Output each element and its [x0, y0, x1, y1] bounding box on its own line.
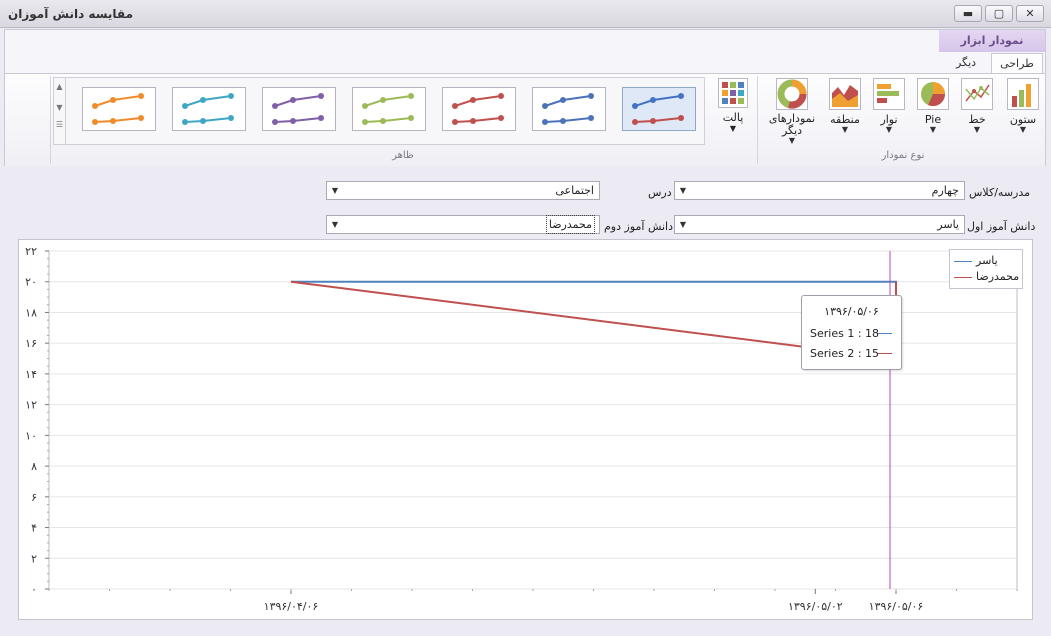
palette-icon: [718, 78, 748, 108]
tooltip-series1: Series 1 : 18: [810, 327, 880, 340]
chevron-down-icon[interactable]: ▼: [327, 182, 343, 199]
column-chart-button[interactable]: ستون ▼: [1001, 78, 1045, 134]
line-chart-icon: [961, 78, 993, 110]
school-label: مدرسه/کلاس: [969, 186, 1031, 199]
tooltip-series1-swatch: [878, 333, 892, 334]
palette-button[interactable]: پالت ▼: [711, 78, 755, 133]
other-charts-button[interactable]: نمودارهای دیگر ▼: [767, 78, 817, 145]
legend-label: محمدرضا: [976, 270, 1020, 283]
chevron-down-icon: ▼: [929, 125, 937, 134]
palette-label: پالت: [722, 111, 744, 124]
other-charts-label: نمودارهای دیگر: [768, 112, 816, 137]
course-value: اجتماعی: [555, 184, 594, 197]
bar-chart-icon: [873, 78, 905, 110]
y-tick-label: ۴: [31, 522, 37, 535]
y-tick-label: ۶: [31, 491, 37, 504]
close-button[interactable]: ✕: [1016, 5, 1044, 22]
y-tick-label: ۱۰: [25, 429, 37, 442]
gallery-more-icon[interactable]: ☰: [54, 120, 65, 129]
student2-label: دانش آموز دوم: [604, 220, 673, 233]
legend-label: یاسر: [976, 254, 998, 267]
window-title: مقایسه دانش آموزان: [8, 7, 133, 21]
chevron-down-icon[interactable]: ▼: [675, 216, 691, 233]
tooltip-header: ۱۳۹۶/۰۵/۰۶: [824, 305, 879, 318]
x-tick-label: ۱۳۹۶/۰۵/۰۲: [788, 600, 843, 613]
chart-style-gallery: ▲ ▼ ☰: [53, 77, 705, 145]
area-chart-icon: [829, 78, 861, 110]
y-tick-label: ۱۶: [25, 337, 37, 350]
chart-type-group-label: نوع نمودار: [881, 150, 925, 161]
gallery-up-icon[interactable]: ▲: [54, 82, 65, 91]
chevron-down-icon: ▼: [841, 125, 849, 134]
chevron-down-icon[interactable]: ▼: [327, 216, 343, 233]
y-tick-label: ۰: [31, 583, 37, 596]
y-tick-label: ۸: [31, 460, 37, 473]
tooltip-series2: Series 2 : 15: [810, 347, 880, 360]
y-tick-label: ۱۲: [25, 399, 37, 412]
legend-swatch: [954, 277, 972, 278]
chevron-down-icon: ▼: [885, 125, 893, 134]
student1-value: یاسر: [937, 218, 959, 231]
context-tab-header: نمودار ابزار: [939, 30, 1045, 52]
pie-chart-icon: [917, 78, 949, 110]
group-separator: [757, 76, 758, 164]
chart-style-thumb[interactable]: [82, 87, 156, 131]
y-tick-label: ۲: [31, 552, 37, 565]
y-tick-label: ۱۴: [25, 368, 37, 381]
minimize-button[interactable]: ▬: [954, 5, 982, 22]
course-label: درس: [648, 186, 672, 199]
chart-style-thumb[interactable]: [172, 87, 246, 131]
gallery-down-icon[interactable]: ▼: [54, 103, 65, 112]
line-chart-button[interactable]: خط ▼: [955, 78, 999, 134]
chart-style-thumb[interactable]: [532, 87, 606, 131]
chevron-down-icon: ▼: [973, 125, 981, 134]
tab-other[interactable]: دیگر: [943, 53, 989, 73]
pie-chart-button[interactable]: Pie ▼: [911, 78, 955, 134]
tab-design[interactable]: طراحی: [991, 53, 1043, 73]
bar-chart-button[interactable]: نوار ▼: [867, 78, 911, 134]
ribbon: نمودار ابزار طراحی دیگر ستون ▼ خط ▼ Pie …: [4, 29, 1046, 166]
y-tick-label: ۲۲: [25, 245, 37, 258]
doughnut-chart-icon: [776, 78, 808, 110]
chart-style-thumb[interactable]: [622, 87, 696, 131]
chevron-down-icon[interactable]: ▼: [675, 182, 691, 199]
school-value: چهارم: [931, 184, 959, 197]
y-tick-label: ۱۸: [25, 306, 37, 319]
school-combo[interactable]: ▼ چهارم: [674, 181, 965, 200]
chart-style-thumb[interactable]: [262, 87, 336, 131]
gallery-scrollbar[interactable]: ▲ ▼ ☰: [54, 78, 66, 144]
ribbon-body: ستون ▼ خط ▼ Pie ▼ نوار ▼ منطقه ▼ نموداره…: [5, 73, 1045, 166]
course-combo[interactable]: ▼ اجتماعی: [326, 181, 600, 200]
legend-swatch: [954, 261, 972, 262]
area-chart-button[interactable]: منطقه ▼: [823, 78, 867, 134]
student2-combo[interactable]: ▼ محمدرضا: [326, 215, 600, 234]
chevron-down-icon: ▼: [788, 136, 796, 145]
maximize-button[interactable]: ▢: [985, 5, 1013, 22]
x-tick-label: ۱۳۹۶/۰۴/۰۶: [264, 600, 319, 613]
chart-style-thumb[interactable]: [442, 87, 516, 131]
chevron-down-icon: ▼: [729, 124, 737, 133]
group-separator: [50, 76, 51, 164]
chart-legend: یاسر محمدرضا: [949, 249, 1023, 289]
tooltip-series2-swatch: [878, 353, 892, 354]
column-chart-icon: [1007, 78, 1039, 110]
student2-value: محمدرضا: [545, 215, 596, 234]
student1-combo[interactable]: ▼ یاسر: [674, 215, 965, 234]
appearance-group-label: ظاهر: [392, 150, 414, 161]
chart-tooltip: ۱۳۹۶/۰۵/۰۶ Series 1 : 18 Series 2 : 15: [801, 295, 902, 370]
chevron-down-icon: ▼: [1019, 125, 1027, 134]
chart-style-thumb[interactable]: [352, 87, 426, 131]
student1-label: دانش آموز اول: [967, 220, 1036, 233]
title-bar: مقایسه دانش آموزان ▬ ▢ ✕: [0, 0, 1051, 28]
y-tick-label: ۲۰: [25, 276, 37, 289]
x-tick-label: ۱۳۹۶/۰۵/۰۶: [869, 600, 924, 613]
